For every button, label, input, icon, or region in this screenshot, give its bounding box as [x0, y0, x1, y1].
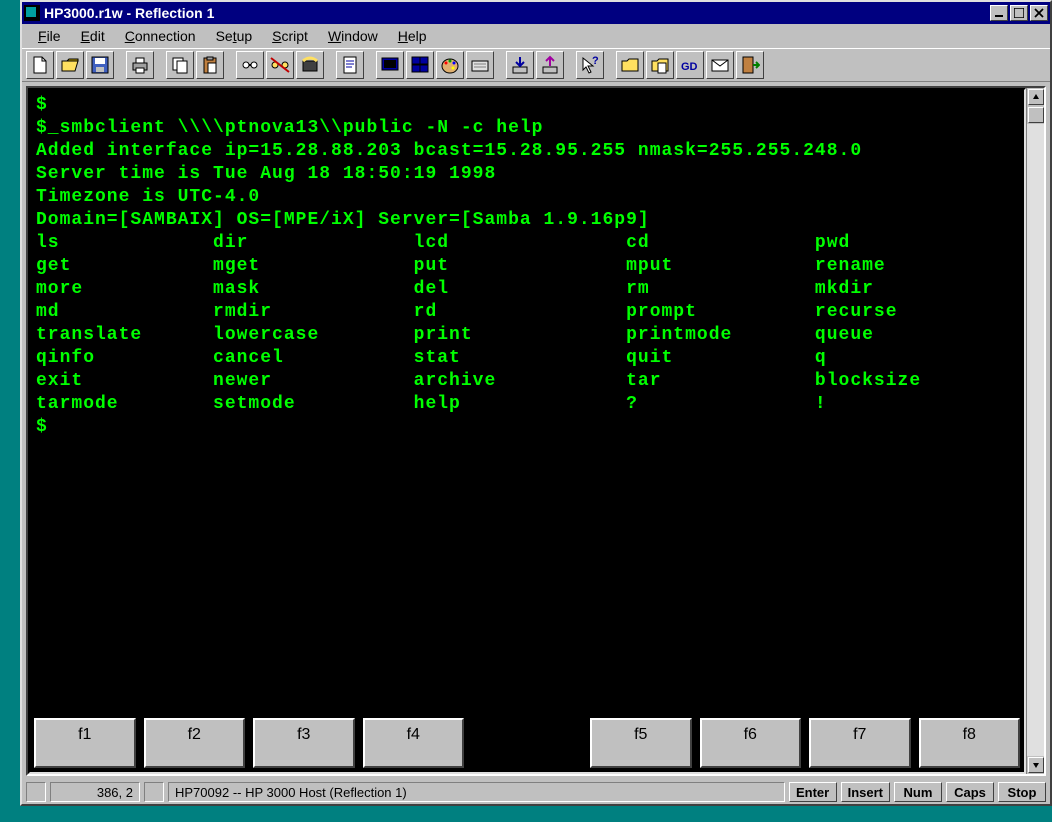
exit-icon: [740, 55, 760, 75]
svg-text:GD: GD: [681, 61, 698, 73]
minimize-icon: [994, 8, 1004, 18]
keyboard-icon: [470, 55, 490, 75]
close-button[interactable]: [1030, 5, 1048, 21]
fkey-bar: f1 f2 f3 f4 f5 f6 f7 f8: [30, 714, 1024, 772]
fkey-f6[interactable]: f6: [700, 718, 802, 768]
link-icon: GD: [680, 55, 700, 75]
close-icon: [1034, 8, 1044, 18]
tool-upload[interactable]: [536, 51, 564, 79]
fkey-f1[interactable]: f1: [34, 718, 136, 768]
scroll-thumb[interactable]: [1028, 107, 1044, 123]
help-pointer-icon: ?: [580, 55, 600, 75]
tool-palette[interactable]: [436, 51, 464, 79]
tool-link[interactable]: GD: [676, 51, 704, 79]
status-cursor-pos: 386, 2: [50, 782, 140, 802]
tool-script[interactable]: [336, 51, 364, 79]
tool-download[interactable]: [506, 51, 534, 79]
script-icon: [340, 55, 360, 75]
menu-file[interactable]: File: [28, 26, 71, 46]
open-folder-icon: [60, 55, 80, 75]
printer-icon: [130, 55, 150, 75]
status-num[interactable]: Num: [894, 782, 942, 802]
connect-icon: [240, 55, 260, 75]
tool-exit[interactable]: [736, 51, 764, 79]
terminal-frame: $ $_smbclient \\\\ptnova13\\public -N -c…: [28, 88, 1026, 774]
fkey-gap: [472, 718, 582, 768]
menu-help[interactable]: Help: [388, 26, 437, 46]
menu-window[interactable]: Window: [318, 26, 388, 46]
toolbar: ? GD: [22, 48, 1050, 82]
fkey-f5[interactable]: f5: [590, 718, 692, 768]
maximize-icon: [1014, 8, 1024, 18]
arrow-up-icon: [1032, 93, 1040, 101]
status-host: HP70092 -- HP 3000 Host (Reflection 1): [168, 782, 785, 802]
menu-setup[interactable]: Setup: [206, 26, 263, 46]
tool-phone[interactable]: [296, 51, 324, 79]
fkey-f7[interactable]: f7: [809, 718, 911, 768]
scroll-up-button[interactable]: [1028, 89, 1044, 105]
menu-script[interactable]: Script: [262, 26, 318, 46]
phone-icon: [300, 55, 320, 75]
status-insert[interactable]: Insert: [841, 782, 890, 802]
tool-help[interactable]: ?: [576, 51, 604, 79]
new-file-icon: [30, 55, 50, 75]
tool-save[interactable]: [86, 51, 114, 79]
screen-icon: [380, 55, 400, 75]
menu-connection[interactable]: Connection: [115, 26, 206, 46]
copy-icon: [170, 55, 190, 75]
window-title: HP3000.r1w - Reflection 1: [44, 5, 990, 21]
tool-paste[interactable]: [196, 51, 224, 79]
tool-disconnect[interactable]: [266, 51, 294, 79]
statusbar: 386, 2 HP70092 -- HP 3000 Host (Reflecti…: [22, 780, 1050, 804]
fkey-f2[interactable]: f2: [144, 718, 246, 768]
app-icon: [24, 5, 40, 21]
vertical-scrollbar[interactable]: [1026, 88, 1044, 774]
tool-folder1[interactable]: [616, 51, 644, 79]
app-window: HP3000.r1w - Reflection 1 File Edit Conn…: [20, 0, 1052, 806]
fkey-f3[interactable]: f3: [253, 718, 355, 768]
tool-mail[interactable]: [706, 51, 734, 79]
arrow-down-icon: [1032, 761, 1040, 769]
paste-icon: [200, 55, 220, 75]
folder-icon: [620, 55, 640, 75]
status-enter[interactable]: Enter: [789, 782, 837, 802]
screens-icon: [410, 55, 430, 75]
status-blank2: [144, 782, 164, 802]
tool-folder2[interactable]: [646, 51, 674, 79]
status-stop[interactable]: Stop: [998, 782, 1046, 802]
disconnect-icon: [270, 55, 290, 75]
terminal[interactable]: $ $_smbclient \\\\ptnova13\\public -N -c…: [30, 90, 1024, 714]
menu-edit[interactable]: Edit: [71, 26, 115, 46]
titlebar[interactable]: HP3000.r1w - Reflection 1: [22, 2, 1050, 24]
tool-screen-multi[interactable]: [406, 51, 434, 79]
tool-print[interactable]: [126, 51, 154, 79]
menubar: File Edit Connection Setup Script Window…: [22, 24, 1050, 48]
fkey-f8[interactable]: f8: [919, 718, 1021, 768]
scroll-track[interactable]: [1027, 124, 1044, 756]
mail-icon: [710, 55, 730, 75]
tool-keyboard[interactable]: [466, 51, 494, 79]
tool-new[interactable]: [26, 51, 54, 79]
minimize-button[interactable]: [990, 5, 1008, 21]
tool-open[interactable]: [56, 51, 84, 79]
fkey-f4[interactable]: f4: [363, 718, 465, 768]
status-blank: [26, 782, 46, 802]
download-icon: [510, 55, 530, 75]
upload-icon: [540, 55, 560, 75]
client-area: $ $_smbclient \\\\ptnova13\\public -N -c…: [26, 86, 1046, 776]
save-disk-icon: [90, 55, 110, 75]
tool-connect[interactable]: [236, 51, 264, 79]
svg-text:?: ?: [592, 55, 599, 67]
maximize-button[interactable]: [1010, 5, 1028, 21]
tool-screen1[interactable]: [376, 51, 404, 79]
palette-icon: [440, 55, 460, 75]
status-caps[interactable]: Caps: [946, 782, 994, 802]
folder-doc-icon: [650, 55, 670, 75]
scroll-down-button[interactable]: [1028, 757, 1044, 773]
tool-copy[interactable]: [166, 51, 194, 79]
